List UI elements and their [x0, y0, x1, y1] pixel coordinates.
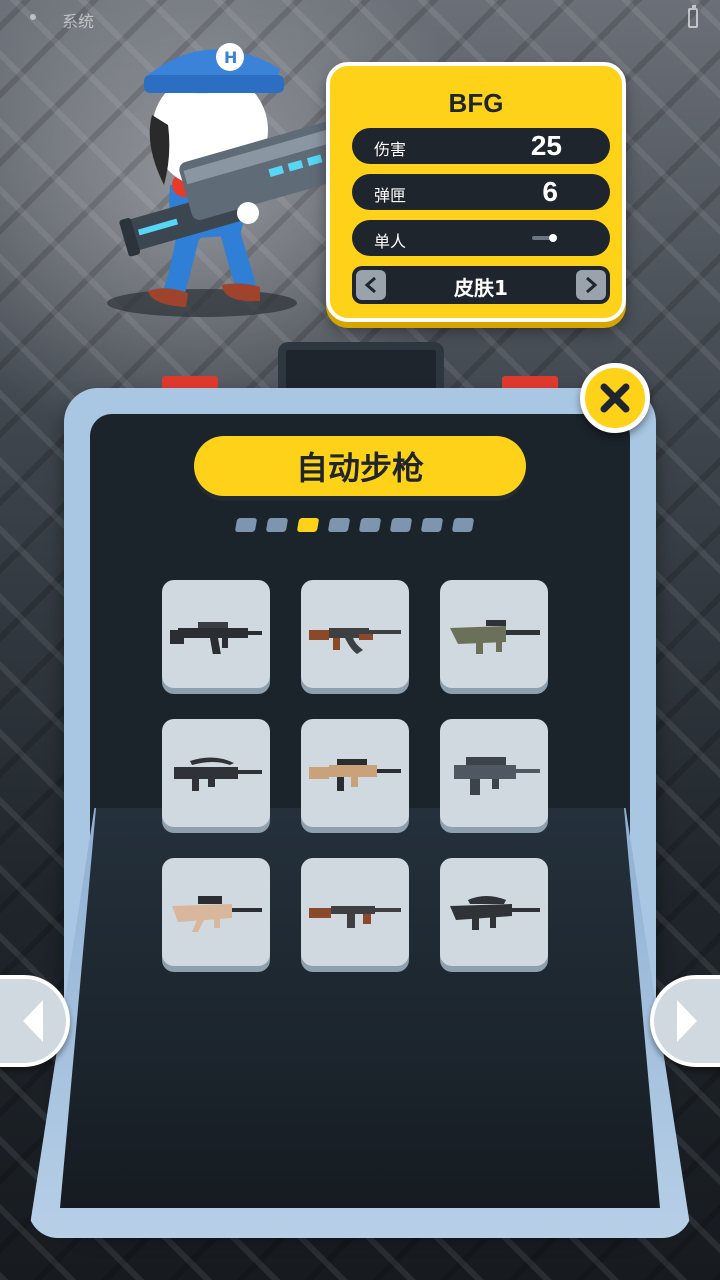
arrow-left-icon	[23, 1000, 43, 1042]
weapon-tile[interactable]	[162, 580, 270, 688]
page-dot[interactable]	[420, 518, 444, 532]
skin-label: 皮肤1	[454, 276, 508, 300]
stat-value-damage: 25	[530, 130, 562, 161]
status-indicator	[30, 14, 36, 20]
tavor-tan-icon	[172, 896, 262, 932]
chevron-right-icon	[586, 277, 598, 293]
weapon-tile[interactable]	[440, 719, 548, 827]
category-title: 自动步枪	[194, 436, 526, 496]
stat-row-damage: 伤害 25	[352, 128, 610, 164]
stat-label-damage: 伤害	[374, 140, 407, 159]
character-with-bfg: H	[107, 43, 356, 317]
bullpup-olive-icon	[450, 620, 540, 654]
stat-row-fire-mode: 单人	[352, 220, 610, 256]
close-button[interactable]	[580, 363, 650, 433]
stat-label-magazine: 弹匣	[374, 186, 407, 205]
stat-value-magazine: 6	[542, 176, 558, 207]
arrow-right-icon	[677, 1000, 697, 1042]
weapon-tile[interactable]	[301, 858, 409, 966]
page-indicator	[234, 518, 475, 534]
page-dot[interactable]	[358, 518, 382, 532]
weapon-tile[interactable]	[301, 719, 409, 827]
stat-row-magazine: 弹匣 6	[352, 174, 610, 210]
tommy-gun-icon	[309, 906, 401, 928]
smg-black-icon	[170, 622, 262, 654]
close-icon	[600, 383, 630, 413]
single-fire-icon	[532, 234, 557, 242]
groza-grey-icon	[454, 757, 540, 795]
page-dot[interactable]	[389, 518, 413, 532]
ak-wood-icon	[309, 628, 401, 654]
skin-selector: 皮肤1	[352, 266, 610, 304]
status-bar-title: 系统	[62, 12, 95, 31]
page-dot-active[interactable]	[296, 518, 320, 532]
weapon-tile[interactable]	[162, 719, 270, 827]
weapon-tile[interactable]	[162, 858, 270, 966]
weapon-tile[interactable]	[440, 858, 548, 966]
skin-next-button[interactable]	[576, 270, 606, 300]
battery-icon	[688, 5, 698, 28]
weapon-tile[interactable]	[440, 580, 548, 688]
page-dot[interactable]	[327, 518, 351, 532]
page-dot[interactable]	[265, 518, 289, 532]
weapon-name: BFG	[448, 88, 504, 118]
famas-black-icon	[174, 757, 262, 791]
scar-tan-icon	[309, 759, 401, 791]
svg-text:H: H	[224, 48, 237, 67]
stat-label-fire-mode: 单人	[374, 232, 407, 251]
page-dot[interactable]	[234, 518, 258, 532]
weapon-tile[interactable]	[301, 580, 409, 688]
qbz-black-icon	[450, 896, 540, 930]
weapon-stats-card: BFG 伤害 25 弹匣 6 单人 皮肤1	[326, 62, 626, 322]
page-dot[interactable]	[451, 518, 475, 532]
